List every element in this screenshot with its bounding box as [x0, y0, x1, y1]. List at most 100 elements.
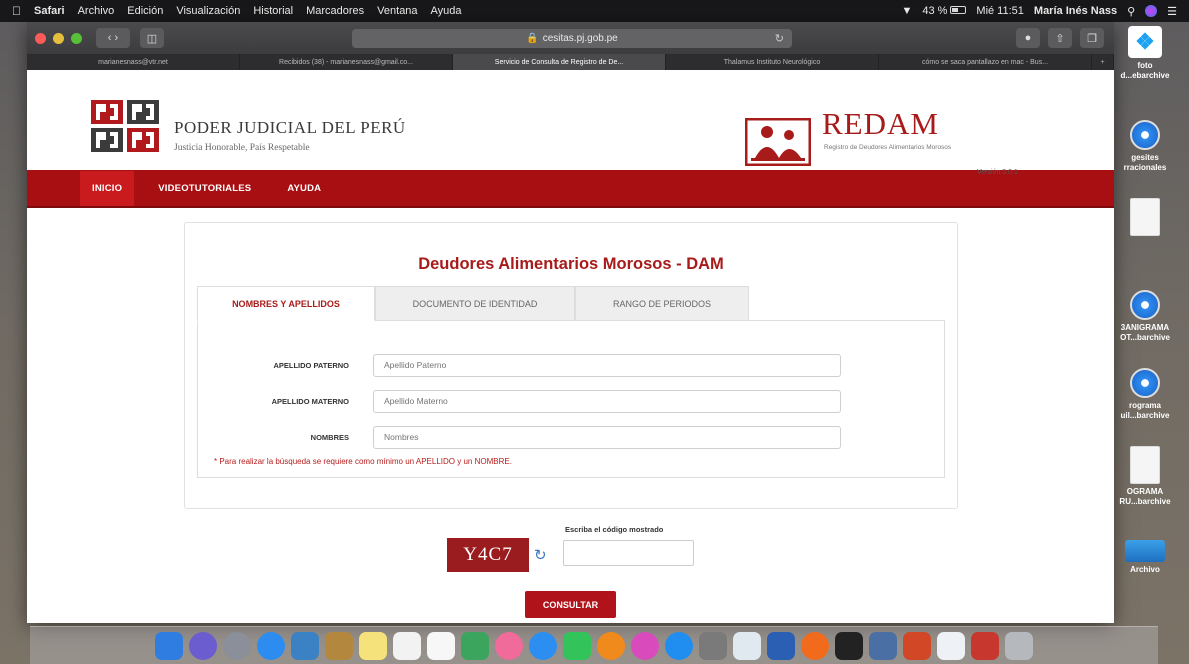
books-icon[interactable]: [597, 631, 625, 660]
maps-icon[interactable]: [461, 631, 489, 660]
contacts-icon[interactable]: [325, 631, 353, 660]
browser-tab-active[interactable]: Servicio de Consulta de Registro de De..…: [453, 54, 666, 70]
siri-dock-icon[interactable]: [189, 631, 217, 660]
captcha-image: Y4C7: [447, 538, 529, 572]
finder-icon[interactable]: [155, 631, 183, 660]
poder-judicial-logo-icon: [91, 100, 159, 152]
menu-visualizacion[interactable]: Visualización: [176, 5, 240, 17]
documents-stack-icon[interactable]: [971, 631, 999, 660]
trash-icon[interactable]: [1005, 631, 1033, 660]
requirement-note: * Para realizar la búsqueda se requiere …: [214, 457, 512, 466]
music-icon[interactable]: [631, 631, 659, 660]
address-bar-url: cesitas.pj.gob.pe: [542, 33, 618, 44]
tab-rango-periodos[interactable]: RANGO DE PERIODOS: [575, 286, 749, 321]
consultar-button[interactable]: CONSULTAR: [525, 591, 616, 618]
menu-edicion[interactable]: Edición: [127, 5, 163, 17]
photos-icon[interactable]: [495, 631, 523, 660]
menu-ayuda[interactable]: Ayuda: [431, 5, 462, 17]
apple-menu-icon[interactable]: : [12, 4, 21, 18]
nav-item-ayuda[interactable]: AYUDA: [287, 183, 321, 194]
tab-nombres-apellidos[interactable]: NOMBRES Y APELLIDOS: [197, 286, 375, 321]
field-row: APELLIDO PATERNO: [198, 353, 841, 377]
clock[interactable]: Mié 11:51: [976, 5, 1024, 17]
firefox-icon[interactable]: [801, 631, 829, 660]
redam-title: REDAM: [822, 106, 939, 141]
nav-item-inicio[interactable]: INICIO: [80, 170, 135, 206]
site-header: PODER JUDICIAL DEL PERÚ Justicia Honorab…: [27, 70, 1114, 176]
sidebar-toggle-icon[interactable]: ◫: [140, 28, 164, 48]
main-nav: INICIO VIDEOTUTORIALES AYUDA: [27, 170, 1114, 208]
launchpad-icon[interactable]: [223, 631, 251, 660]
notification-center-icon[interactable]: ☰: [1167, 5, 1177, 18]
browser-tab[interactable]: Thalamus Instituto Neurológico: [666, 54, 879, 70]
zoom-window-button[interactable]: [71, 32, 82, 44]
spotlight-icon[interactable]: ⚲: [1127, 5, 1135, 18]
redam-subtitle: Registro de Deudores Alimentarios Moroso…: [824, 144, 952, 151]
desktop-icon[interactable]: Archivo: [1113, 540, 1177, 575]
battery-percent: 43 %: [922, 5, 948, 17]
messages-icon[interactable]: [529, 631, 557, 660]
browser-tab-label: Servicio de Consulta de Registro de De..…: [494, 58, 624, 66]
apellido-paterno-input[interactable]: [373, 353, 841, 377]
desktop-icon[interactable]: [1113, 198, 1177, 239]
reminders-icon[interactable]: [427, 631, 455, 660]
browser-tab[interactable]: cómo se saca pantallazo en mac - Bus...: [879, 54, 1092, 70]
captcha-code-label: Escriba el código mostrado: [565, 525, 664, 534]
system-preferences-icon[interactable]: [699, 631, 727, 660]
calendar-icon[interactable]: [393, 631, 421, 660]
reload-icon[interactable]: ↻: [775, 32, 784, 45]
browser-tab[interactable]: Recibidos (38) - marianesnass@gmail.co..…: [240, 54, 453, 70]
desktop-icon[interactable]: gesites rracionales: [1113, 120, 1177, 173]
tab-overview-icon[interactable]: ❐: [1080, 28, 1104, 48]
apellido-materno-input[interactable]: [373, 389, 841, 413]
downloads-stack-icon[interactable]: [937, 631, 965, 660]
window-controls: [35, 32, 82, 44]
desktop-icon[interactable]: 3ANIGRAMA OT...barchive: [1113, 290, 1177, 343]
safari-icon[interactable]: [257, 631, 285, 660]
terminal-icon[interactable]: [835, 631, 863, 660]
desktop-icon[interactable]: rograma uil...barchive: [1113, 368, 1177, 421]
share-icon[interactable]: ⇧: [1048, 28, 1072, 48]
powerpoint-icon[interactable]: [903, 631, 931, 660]
user-menu[interactable]: María Inés Nass: [1034, 5, 1117, 17]
desktop-icon[interactable]: OGRAMA RU...barchive: [1113, 446, 1177, 507]
menu-archivo[interactable]: Archivo: [78, 5, 115, 17]
wifi-icon[interactable]: ▼: [901, 5, 912, 17]
finder-window-icon[interactable]: [869, 631, 897, 660]
app-menu[interactable]: Safari: [34, 5, 65, 17]
battery-status[interactable]: 43 %: [922, 5, 967, 17]
nav-item-videotutoriales[interactable]: VIDEOTUTORIALES: [158, 183, 251, 194]
textedit-icon[interactable]: [733, 631, 761, 660]
back-forward-buttons[interactable]: ‹ ›: [96, 28, 130, 48]
browser-tab-label: marianesnass@vtr.net: [98, 58, 168, 66]
address-bar[interactable]: 🔒 cesitas.pj.gob.pe ↻: [352, 29, 792, 48]
minimize-window-button[interactable]: [53, 32, 64, 44]
field-row: NOMBRES: [198, 425, 841, 449]
app-store-icon[interactable]: [665, 631, 693, 660]
desktop-icon[interactable]: ❖ foto d...ebarchive: [1113, 26, 1177, 81]
web-page: PODER JUDICIAL DEL PERÚ Justicia Honorab…: [27, 70, 1114, 623]
menu-historial[interactable]: Historial: [253, 5, 293, 17]
captcha-code-input[interactable]: [563, 540, 694, 566]
menu-ventana[interactable]: Ventana: [377, 5, 417, 17]
new-tab-button[interactable]: +: [1092, 54, 1114, 70]
refresh-captcha-icon[interactable]: ↻: [534, 546, 547, 564]
facetime-icon[interactable]: [563, 631, 591, 660]
word-icon[interactable]: [767, 631, 795, 660]
browser-tab[interactable]: marianesnass@vtr.net: [27, 54, 240, 70]
close-window-button[interactable]: [35, 32, 46, 44]
preview-icon[interactable]: [291, 631, 319, 660]
safari-archive-icon: [1130, 120, 1160, 150]
nombres-input[interactable]: [373, 425, 841, 449]
nombres-label: NOMBRES: [310, 432, 349, 442]
tab-documento-identidad[interactable]: DOCUMENTO DE IDENTIDAD: [375, 286, 575, 321]
institution-subtitle: Justicia Honorable, País Respetable: [174, 143, 310, 153]
browser-tab-label: cómo se saca pantallazo en mac - Bus...: [921, 58, 1049, 66]
notes-icon[interactable]: [359, 631, 387, 660]
tab-panel: APELLIDO PATERNO APELLIDO MATERNO NOMBRE…: [197, 320, 945, 478]
extension-icon[interactable]: ●: [1016, 28, 1040, 48]
siri-icon[interactable]: [1145, 5, 1158, 17]
desktop-icon-label: 3ANIGRAMA OT...barchive: [1120, 323, 1170, 342]
menu-marcadores[interactable]: Marcadores: [306, 5, 364, 17]
search-card: Deudores Alimentarios Morosos - DAM NOMB…: [184, 222, 958, 509]
